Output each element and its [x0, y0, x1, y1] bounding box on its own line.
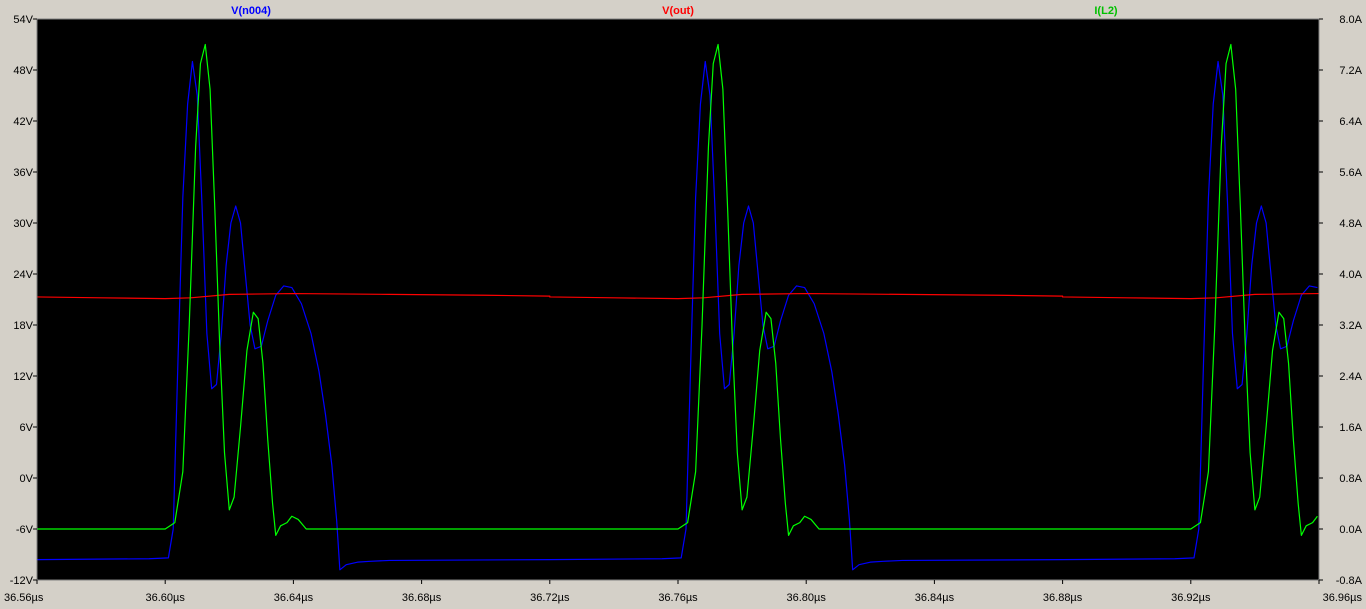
right-tick-label: 8.0A	[1339, 14, 1362, 26]
left-tick-label: 48V	[13, 65, 33, 77]
left-tick-label: 24V	[13, 269, 33, 281]
right-tick-label: 0.8A	[1339, 473, 1362, 485]
legend-entry[interactable]: V(out)	[662, 5, 694, 17]
x-tick-label: 36.92µs	[1171, 592, 1211, 604]
x-tick-label: 36.56µs	[4, 592, 44, 604]
x-tick-label: 36.68µs	[402, 592, 442, 604]
x-tick-label: 36.96µs	[1323, 592, 1363, 604]
x-tick-label: 36.60µs	[146, 592, 186, 604]
left-tick-label: 0V	[20, 473, 34, 485]
left-tick-label: 36V	[13, 167, 33, 179]
left-tick-label: -6V	[16, 524, 34, 536]
right-tick-label: 0.0A	[1339, 524, 1362, 536]
right-tick-label: 3.2A	[1339, 320, 1362, 332]
plot-area[interactable]	[37, 19, 1319, 580]
left-tick-label: 12V	[13, 371, 33, 383]
right-tick-label: 4.0A	[1339, 269, 1362, 281]
legend-entry[interactable]: V(n004)	[231, 5, 271, 17]
left-tick-label: 30V	[13, 218, 33, 230]
left-tick-label: 54V	[13, 14, 33, 26]
x-tick-label: 36.76µs	[658, 592, 698, 604]
plot-canvas: -12V -6V 0V 6V 12V 18V 24V 30V 36V 42V 48V 54V -0.8…	[0, 0, 1366, 609]
right-tick-label: 1.6A	[1339, 422, 1362, 434]
left-tick-label: -12V	[10, 575, 34, 587]
x-tick-label: 36.72µs	[530, 592, 570, 604]
x-tick-label: 36.84µs	[915, 592, 955, 604]
x-tick-label: 36.80µs	[787, 592, 827, 604]
right-tick-label: 7.2A	[1339, 65, 1362, 77]
x-tick-label: 36.64µs	[274, 592, 314, 604]
right-tick-label: 6.4A	[1339, 116, 1362, 128]
left-tick-label: 42V	[13, 116, 33, 128]
left-tick-label: 6V	[20, 422, 34, 434]
right-tick-label: 2.4A	[1339, 371, 1362, 383]
legend-entry[interactable]: I(L2)	[1094, 5, 1118, 17]
right-tick-label: 4.8A	[1339, 218, 1362, 230]
right-tick-label: -0.8A	[1336, 575, 1363, 587]
x-tick-label: 36.88µs	[1043, 592, 1083, 604]
right-tick-label: 5.6A	[1339, 167, 1362, 179]
left-tick-label: 18V	[13, 320, 33, 332]
